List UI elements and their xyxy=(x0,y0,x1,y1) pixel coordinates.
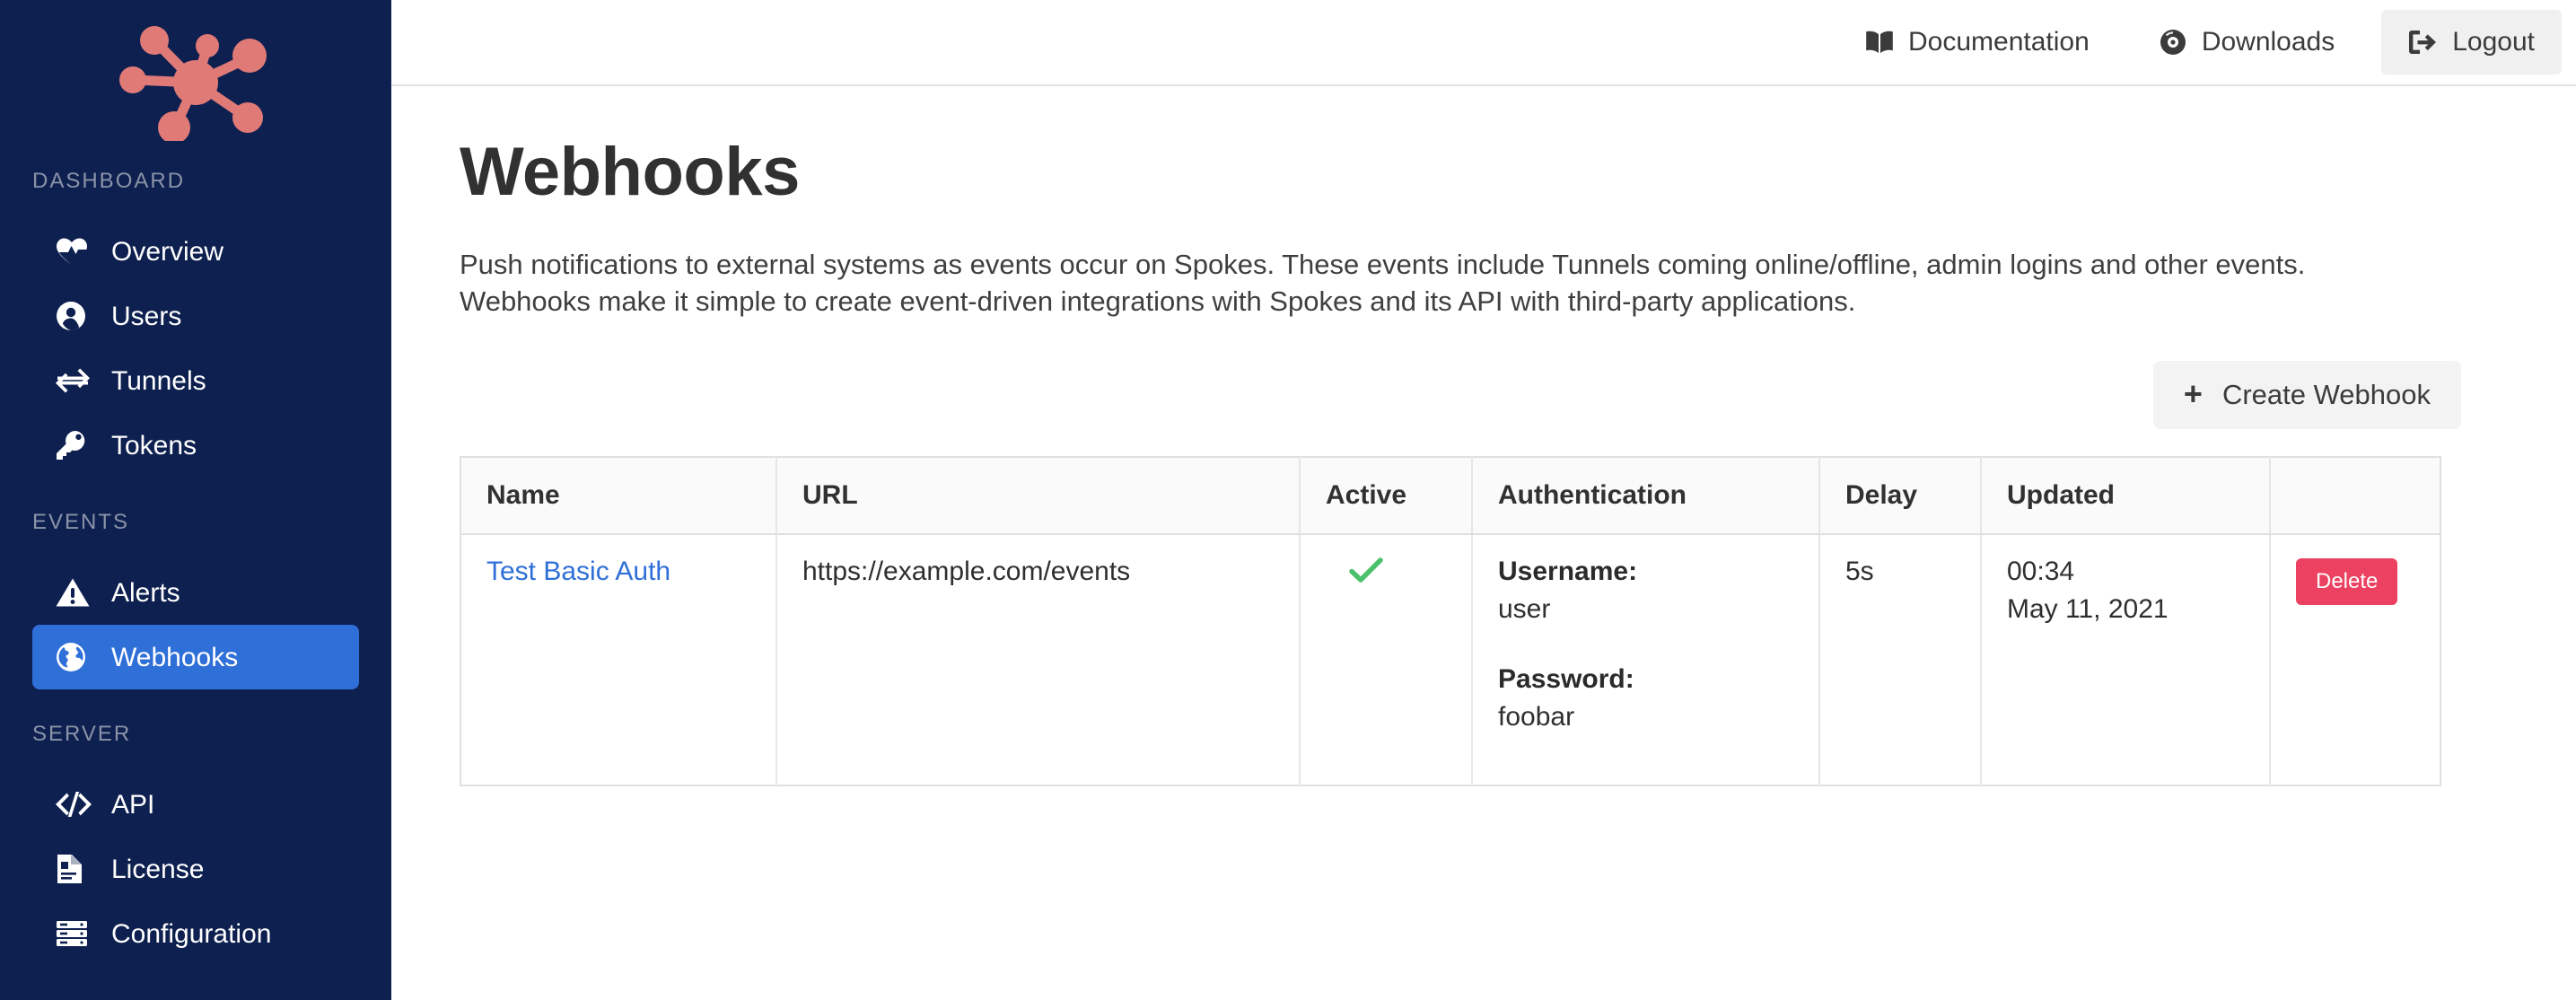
webhooks-table-container: Name URL Active Authentication Delay Upd… xyxy=(460,456,2461,787)
app-root: DASHBOARD Overview Users Tunnels Tokens xyxy=(0,0,2576,1000)
sidebar-item-users[interactable]: Users xyxy=(32,284,359,348)
table-header-row: Name URL Active Authentication Delay Upd… xyxy=(460,457,2440,536)
sidebar-item-label: Tunnels xyxy=(111,366,206,396)
document-icon xyxy=(56,854,95,884)
sidebar-section-server-label: SERVER xyxy=(32,722,132,746)
table-row: Test Basic Auth https://example.com/even… xyxy=(460,534,2440,786)
page-description: Push notifications to external systems a… xyxy=(460,249,2306,318)
sidebar-item-tunnels[interactable]: Tunnels xyxy=(32,348,359,413)
cell-authentication: Username: user Password: foobar xyxy=(1472,534,1820,786)
topbar-link-label: Logout xyxy=(2452,27,2535,57)
cell-actions: Delete xyxy=(2270,534,2440,785)
webhooks-table: Name URL Active Authentication Delay Upd… xyxy=(460,456,2441,787)
table-body: Test Basic Auth https://example.com/even… xyxy=(460,534,2440,786)
action-row: + Create Webhook xyxy=(460,361,2576,430)
logo[interactable] xyxy=(0,0,391,160)
heartbeat-icon xyxy=(56,237,95,266)
sidebar: DASHBOARD Overview Users Tunnels Tokens xyxy=(0,0,391,1000)
sidebar-item-label: API xyxy=(111,790,155,820)
compact-disc-icon xyxy=(2160,29,2186,56)
cell-active xyxy=(1300,534,1473,786)
key-icon xyxy=(56,430,95,461)
column-header-actions xyxy=(2270,457,2440,536)
sidebar-item-label: License xyxy=(111,855,205,884)
column-header-updated: Updated xyxy=(1981,457,2271,536)
topbar-link-label: Documentation xyxy=(1908,27,2090,57)
globe-icon xyxy=(56,642,95,672)
sidebar-item-label: Alerts xyxy=(111,578,180,608)
sidebar-item-api[interactable]: API xyxy=(32,772,359,837)
cell-updated: 00:34 May 11, 2021 xyxy=(1981,534,2271,786)
sidebar-item-label: Tokens xyxy=(111,431,197,461)
password-label: Password: xyxy=(1498,664,1634,695)
sidebar-item-label: Overview xyxy=(111,237,224,267)
password-value: foobar xyxy=(1498,702,1575,732)
column-header-url: URL xyxy=(776,457,1301,536)
topbar-link-downloads[interactable]: Downloads xyxy=(2136,13,2358,72)
sidebar-item-license[interactable]: License xyxy=(32,837,359,901)
topbar-link-label: Downloads xyxy=(2201,27,2335,57)
warning-triangle-icon xyxy=(56,577,95,608)
username-label: Username: xyxy=(1498,557,1638,587)
username-value: user xyxy=(1498,594,1551,625)
cell-url: https://example.com/events xyxy=(776,534,1301,786)
sidebar-item-tokens[interactable]: Tokens xyxy=(32,413,359,478)
user-circle-icon xyxy=(56,301,95,331)
column-header-delay: Delay xyxy=(1819,457,1982,536)
updated-date: May 11, 2021 xyxy=(2007,594,2169,625)
logout-button[interactable]: Logout xyxy=(2381,10,2562,75)
page-title: Webhooks xyxy=(460,134,800,210)
sidebar-section-dashboard-label: DASHBOARD xyxy=(32,169,186,193)
server-racks-icon xyxy=(56,920,95,947)
cell-name: Test Basic Auth xyxy=(460,534,777,786)
sidebar-section-events-label: EVENTS xyxy=(32,510,130,534)
table-head: Name URL Active Authentication Delay Upd… xyxy=(460,457,2440,536)
sidebar-item-webhooks[interactable]: Webhooks xyxy=(32,625,359,689)
topbar: Documentation Downloads Logout xyxy=(391,0,2576,86)
create-webhook-button[interactable]: + Create Webhook xyxy=(2152,361,2461,430)
topbar-link-documentation[interactable]: Documentation xyxy=(1843,13,2113,72)
book-icon xyxy=(1866,30,1893,55)
exchange-arrows-icon xyxy=(56,368,95,393)
sidebar-item-label: Configuration xyxy=(111,919,272,949)
plus-icon: + xyxy=(2183,375,2203,413)
sidebar-item-configuration[interactable]: Configuration xyxy=(32,901,359,966)
column-header-name: Name xyxy=(460,457,777,536)
code-brackets-icon xyxy=(56,792,95,817)
sidebar-item-label: Users xyxy=(111,302,182,331)
sidebar-item-overview[interactable]: Overview xyxy=(32,219,359,284)
page-content: Webhooks Push notifications to external … xyxy=(391,86,2576,787)
create-webhook-label: Create Webhook xyxy=(2221,379,2431,411)
column-header-active: Active xyxy=(1300,457,1473,536)
column-header-authentication: Authentication xyxy=(1472,457,1820,536)
main-area: Documentation Downloads Logout Webhooks … xyxy=(391,0,2576,1000)
delete-button[interactable]: Delete xyxy=(2296,558,2398,606)
sign-out-icon xyxy=(2408,30,2437,55)
auth-spacer xyxy=(1498,625,1793,664)
sidebar-item-alerts[interactable]: Alerts xyxy=(32,560,359,625)
check-icon xyxy=(1349,557,1446,591)
spokes-hub-logo-icon xyxy=(119,26,267,141)
sidebar-item-label: Webhooks xyxy=(111,643,239,672)
updated-time: 00:34 xyxy=(2007,557,2075,587)
webhook-name-link[interactable]: Test Basic Auth xyxy=(486,557,670,586)
cell-delay: 5s xyxy=(1819,534,1982,786)
